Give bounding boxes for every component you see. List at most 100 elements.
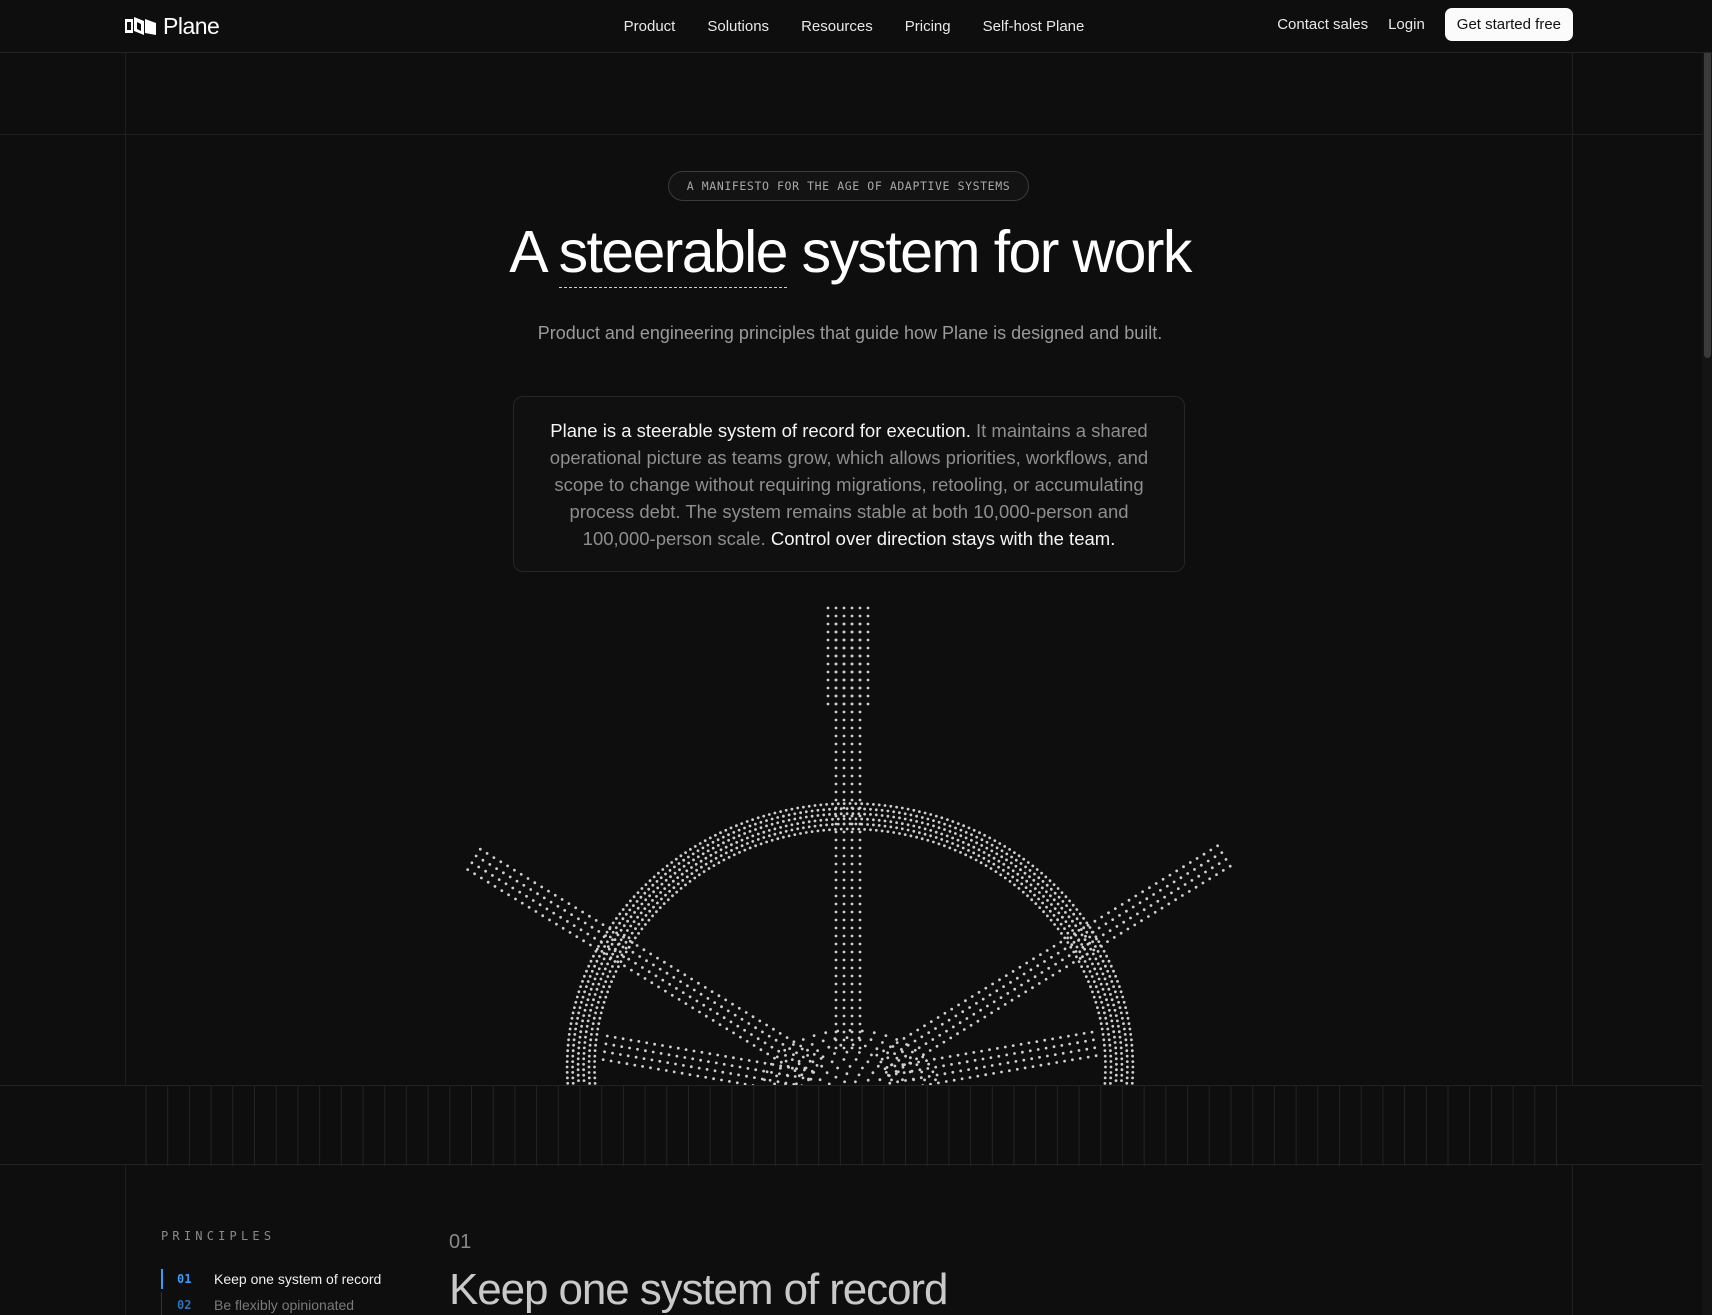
wheel-dot [900,822,904,825]
wheel-dot [587,1076,591,1080]
page-scrollbar[interactable] [1702,0,1712,1315]
wheel-dot [1174,898,1177,902]
wheel-dot [920,821,924,825]
wheel-dot [826,678,830,682]
wheel-dot [691,1057,695,1061]
wheel-dot [671,894,674,898]
nav-link-product[interactable]: Product [624,18,676,35]
nav-link-pricing[interactable]: Pricing [905,18,951,35]
wheel-dot [634,1055,638,1059]
brand-logo[interactable]: Plane [124,12,220,40]
contact-sales-link[interactable]: Contact sales [1277,16,1368,33]
wheel-dot [703,839,707,842]
wheel-dot [927,1031,931,1034]
wheel-dot [588,993,591,996]
wheel-dot [1039,953,1042,956]
wheel-dot [1070,943,1074,947]
wheel-dot [826,694,830,698]
wheel-dot [1085,930,1089,934]
wheel-dot [1112,969,1115,973]
wheel-dot [866,606,870,610]
wheel-dot [1114,974,1117,978]
wheel-dot [904,1079,907,1082]
wheel-dot [801,1038,805,1041]
get-started-button[interactable]: Get started free [1444,8,1573,41]
nav-link-solutions[interactable]: Solutions [707,18,769,35]
wheel-dot [858,910,862,914]
wheel-dot [1003,845,1007,848]
wheel-dot [850,846,854,850]
wheel-dot [1114,990,1117,994]
wheel-dot [628,939,632,943]
wheel-dot [842,1006,846,1010]
wheel-dot [686,984,689,988]
wheel-dot [602,957,606,961]
wheel-dot [1075,955,1078,959]
wheel-dot [1117,1000,1120,1004]
wheel-dot [752,1044,756,1047]
wheel-dot [1073,932,1076,936]
principle-item-1[interactable]: 01 Keep one system of record [161,1266,421,1292]
wheel-dot [760,1077,764,1081]
principle-item-2[interactable]: 02 Be flexibly opinionated [161,1292,421,1315]
wheel-dot [866,702,870,706]
wheel-dot [826,662,830,666]
wheel-dot [668,982,671,986]
wheel-dot [934,830,938,834]
wheel-dot [901,1078,904,1082]
wheel-dot [1131,1054,1134,1058]
wheel-dot [664,989,667,993]
wheel-dot [724,998,728,1002]
wheel-dot [1002,868,1005,872]
login-link[interactable]: Login [1388,16,1425,33]
wheel-dot [1005,858,1008,862]
wheel-dot [575,1022,578,1025]
wheel-dot [1101,1006,1105,1009]
wheel-dot [608,985,611,989]
wheel-dot [649,1066,652,1070]
wheel-dot [671,879,675,883]
wheel-dot [872,823,875,827]
wheel-dot [1112,1030,1116,1034]
nav-link-self-host[interactable]: Self-host Plane [983,18,1085,35]
wheel-dot [587,964,591,968]
wheel-dot [740,844,744,848]
nav-link-resources[interactable]: Resources [801,18,873,35]
wheel-dot [633,911,636,914]
wheel-dot [634,927,637,930]
wheel-dot [1127,898,1131,902]
wheel-dot [1210,866,1214,870]
wheel-dot [1125,1054,1129,1058]
wheel-dot [1049,918,1053,922]
wheel-dot [582,1046,586,1050]
wheel-dot [1112,1003,1115,1007]
wheel-dot [879,1060,883,1064]
wheel-dot [1051,1037,1054,1041]
wheel-dot [776,1080,780,1084]
wheel-dot [674,1062,677,1066]
wheel-dot [688,1073,692,1076]
wheel-dot [643,907,647,910]
wheel-dot [1028,869,1032,872]
wheel-dot [573,1033,577,1036]
wheel-dot [975,1066,978,1070]
scrollbar-thumb[interactable] [1704,2,1711,358]
wheel-dot [869,828,872,832]
wheel-dot [1038,906,1042,909]
wheel-dot [497,878,501,881]
wheel-dot [831,823,834,826]
wheel-dot [800,1047,804,1051]
wheel-dot [691,852,695,856]
wheel-dot [667,883,671,887]
wheel-dot [1114,1014,1118,1017]
wheel-dot [540,885,544,889]
wheel-dot [850,758,854,762]
wheel-dot [1159,888,1162,892]
wheel-dot [1107,1038,1111,1042]
wheel-dot [661,1044,664,1047]
wheel-dot [770,817,774,821]
wheel-dot [892,815,896,819]
wheel-dot [579,1030,583,1034]
wheel-dot [534,910,538,913]
wheel-dot [842,606,846,610]
